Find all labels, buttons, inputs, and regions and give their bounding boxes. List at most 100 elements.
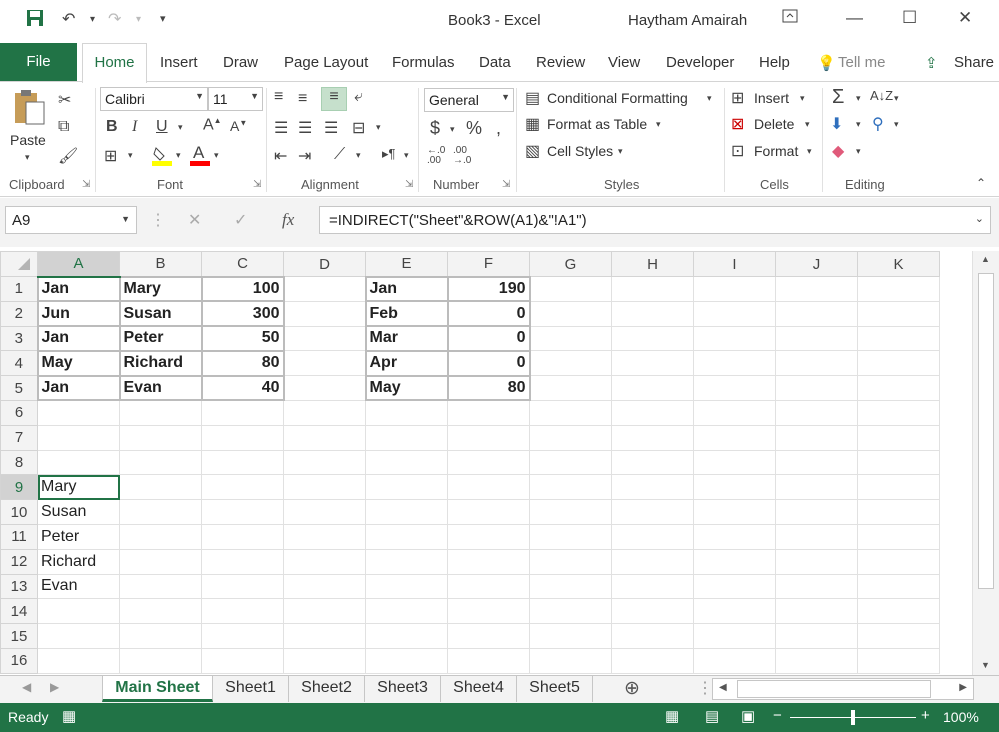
- user-name[interactable]: Haytham Amairah: [628, 12, 747, 29]
- row-header[interactable]: 5: [0, 375, 38, 401]
- cell-d7[interactable]: [283, 424, 366, 451]
- cell-d6[interactable]: [283, 399, 366, 426]
- cell-k11[interactable]: [857, 523, 940, 550]
- row-header[interactable]: 16: [0, 647, 38, 674]
- cell-a6[interactable]: [37, 399, 120, 426]
- cell-f10[interactable]: [447, 499, 530, 525]
- tab-draw[interactable]: Draw: [223, 54, 258, 71]
- cell-j15[interactable]: [775, 623, 858, 649]
- chevron-down-icon[interactable]: ▾: [656, 119, 661, 130]
- zoom-in-icon[interactable]: +: [921, 707, 930, 724]
- increase-decimal-icon[interactable]: ←.0.00: [427, 146, 445, 166]
- row-header[interactable]: 7: [0, 424, 38, 451]
- cell-k14[interactable]: [857, 598, 940, 625]
- cell-g6[interactable]: [529, 399, 612, 426]
- row-header[interactable]: 3: [0, 325, 38, 352]
- cell-f4[interactable]: 0: [446, 349, 531, 377]
- cell-j16[interactable]: [775, 647, 858, 674]
- cell-e15[interactable]: [365, 623, 448, 649]
- cell-c14[interactable]: [201, 598, 284, 625]
- cell-j3[interactable]: [775, 325, 858, 352]
- cell-f5[interactable]: 80: [446, 374, 531, 402]
- insert-function-icon[interactable]: fx: [282, 210, 294, 230]
- cell-d3[interactable]: [283, 325, 366, 352]
- cell-a2[interactable]: Jun: [36, 300, 121, 328]
- conditional-formatting-icon[interactable]: ▤: [525, 88, 540, 108]
- cell-g15[interactable]: [529, 623, 612, 649]
- cell-a15[interactable]: [37, 623, 120, 649]
- cut-icon[interactable]: ✂: [58, 90, 71, 110]
- cell-h5[interactable]: [611, 375, 694, 401]
- page-layout-view-icon[interactable]: ▤: [705, 707, 719, 725]
- sheet-tab-sheet5[interactable]: Sheet5: [517, 676, 593, 702]
- close-icon[interactable]: ✕: [958, 8, 972, 28]
- italic-icon[interactable]: I: [132, 118, 137, 136]
- cell-a12[interactable]: Richard: [37, 548, 120, 575]
- font-name-combo[interactable]: Calibri ▼: [100, 87, 208, 111]
- ribbon-display-icon[interactable]: [782, 8, 798, 28]
- cell-k3[interactable]: [857, 325, 940, 352]
- cell-c10[interactable]: [201, 499, 284, 525]
- row-header[interactable]: 2: [0, 300, 38, 327]
- cell-e7[interactable]: [365, 424, 448, 451]
- cell-e4[interactable]: Apr: [364, 349, 449, 377]
- text-direction-icon[interactable]: ▸¶: [382, 146, 396, 162]
- sheet-tab-sheet3[interactable]: Sheet3: [365, 676, 441, 702]
- copy-icon[interactable]: ⧉: [58, 118, 69, 136]
- row-header[interactable]: 11: [0, 523, 38, 550]
- underline-icon[interactable]: U: [156, 118, 168, 136]
- format-as-table-button[interactable]: Format as Table: [547, 116, 647, 132]
- cell-j10[interactable]: [775, 499, 858, 525]
- cell-h10[interactable]: [611, 499, 694, 525]
- sheet-tab-main-sheet[interactable]: Main Sheet: [102, 676, 213, 702]
- scroll-down-icon[interactable]: ▼: [981, 660, 990, 670]
- tab-review[interactable]: Review: [536, 54, 585, 71]
- cell-f6[interactable]: [447, 399, 530, 426]
- cell-k8[interactable]: [857, 449, 940, 476]
- autosum-dropdown-icon[interactable]: ▾: [856, 93, 861, 104]
- decrease-indent-icon[interactable]: ⇤: [274, 146, 287, 166]
- align-center-icon[interactable]: ☰: [298, 118, 312, 138]
- font-size-combo[interactable]: 11 ▼: [208, 87, 263, 111]
- macro-record-icon[interactable]: ▦: [62, 707, 76, 725]
- cell-b1[interactable]: Mary: [118, 275, 203, 303]
- cell-h12[interactable]: [611, 548, 694, 575]
- find-select-icon[interactable]: ⚲: [872, 114, 884, 134]
- scroll-tabs-right-icon[interactable]: ▶: [50, 680, 59, 694]
- format-painter-icon[interactable]: 🖌: [58, 146, 78, 166]
- cell-j5[interactable]: [775, 375, 858, 401]
- cell-e1[interactable]: Jan: [364, 275, 449, 303]
- cell-d11[interactable]: [283, 523, 366, 550]
- redo-icon[interactable]: ↷: [108, 9, 121, 29]
- cell-i1[interactable]: [693, 276, 776, 302]
- cell-h6[interactable]: [611, 399, 694, 426]
- cell-i13[interactable]: [693, 573, 776, 600]
- fill-color-dropdown-icon[interactable]: ▾: [176, 150, 181, 161]
- cell-f14[interactable]: [447, 598, 530, 625]
- cell-b8[interactable]: [119, 449, 202, 476]
- alignment-launcher-icon[interactable]: ⇲: [405, 179, 413, 190]
- format-as-table-icon[interactable]: ▦: [525, 114, 540, 134]
- chevron-down-icon[interactable]: ▾: [618, 146, 623, 157]
- cell-f1[interactable]: 190: [446, 275, 531, 303]
- cell-k15[interactable]: [857, 623, 940, 649]
- cell-b5[interactable]: Evan: [118, 374, 203, 402]
- cell-g11[interactable]: [529, 523, 612, 550]
- tab-help[interactable]: Help: [759, 54, 790, 71]
- cell-j1[interactable]: [775, 276, 858, 302]
- cell-d4[interactable]: [283, 350, 366, 377]
- cell-c9[interactable]: [201, 474, 284, 501]
- orientation-dropdown-icon[interactable]: ▾: [356, 150, 361, 161]
- percent-style-icon[interactable]: %: [466, 118, 482, 139]
- cell-c15[interactable]: [201, 623, 284, 649]
- column-header-d[interactable]: D: [283, 251, 366, 277]
- cell-a10[interactable]: Susan: [37, 499, 120, 525]
- cell-d13[interactable]: [283, 573, 366, 600]
- cell-a1[interactable]: Jan: [36, 275, 121, 303]
- font-color-dropdown-icon[interactable]: ▾: [214, 150, 219, 161]
- number-format-combo[interactable]: General ▼: [424, 88, 514, 112]
- sheet-tab-sheet4[interactable]: Sheet4: [441, 676, 517, 702]
- cell-h1[interactable]: [611, 276, 694, 302]
- cell-h3[interactable]: [611, 325, 694, 352]
- column-header-i[interactable]: I: [693, 251, 776, 277]
